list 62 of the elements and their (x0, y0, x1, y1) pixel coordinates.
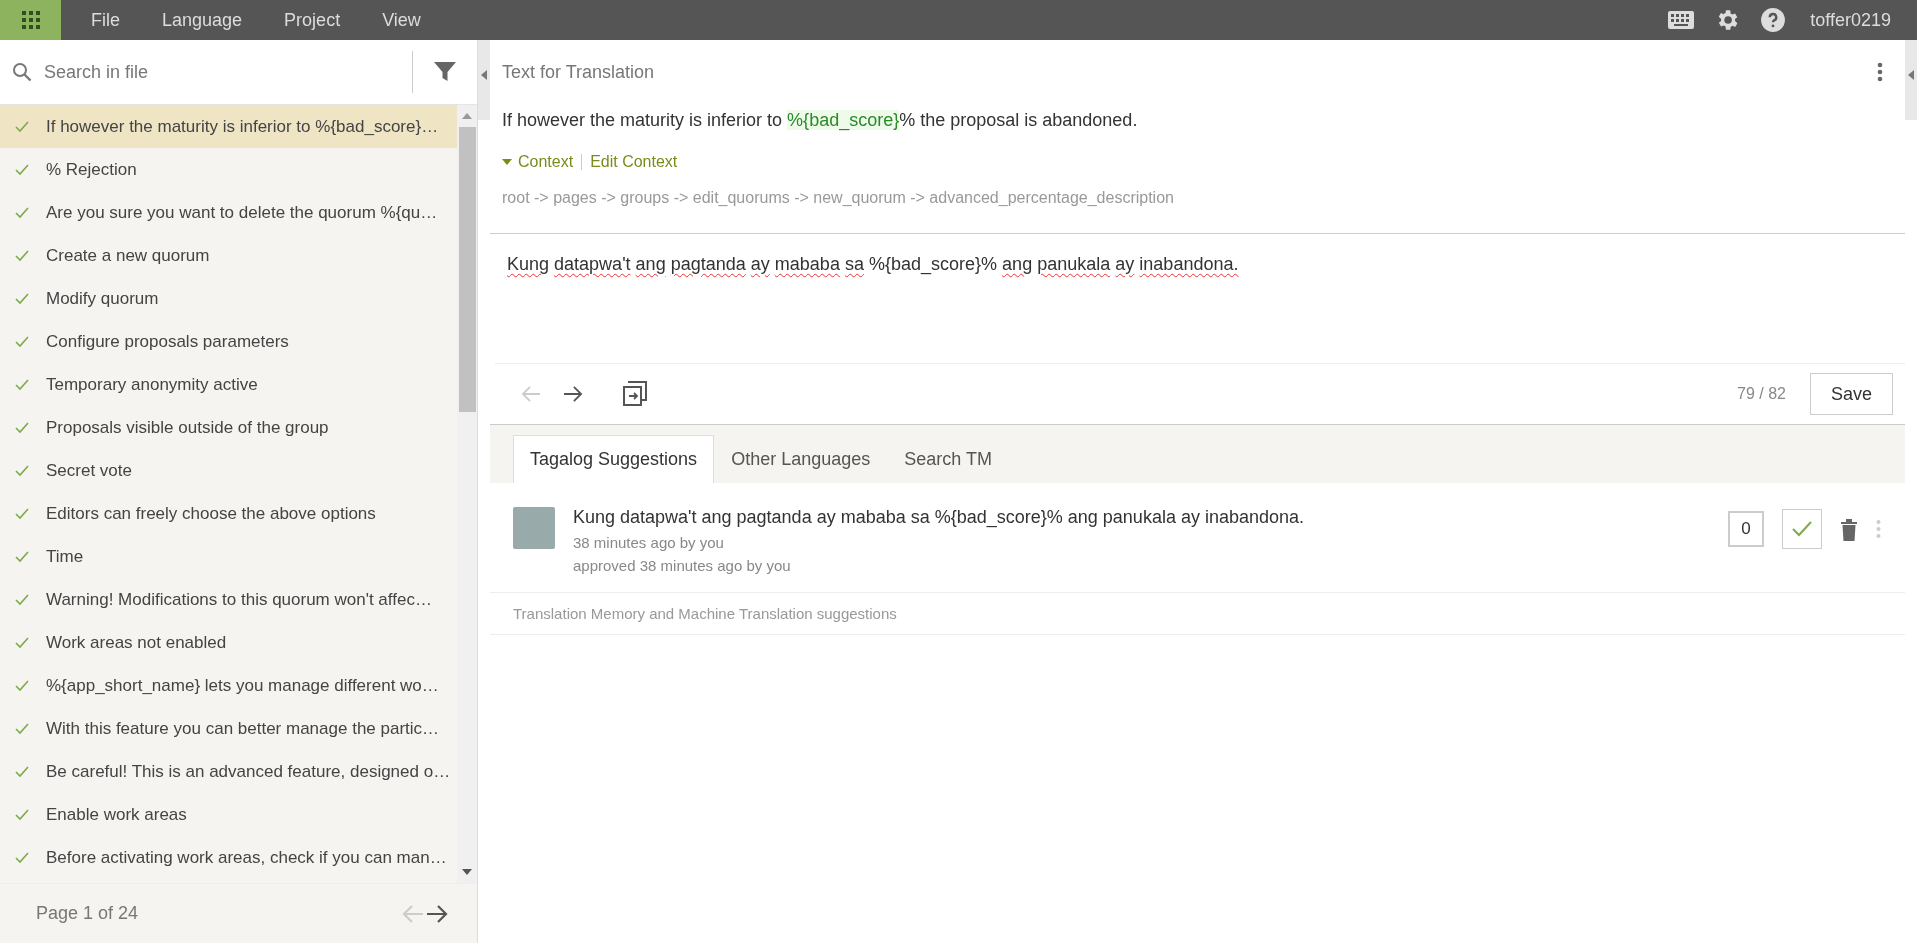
menu-item[interactable]: View (382, 9, 421, 31)
tab[interactable]: Tagalog Suggestions (513, 435, 715, 483)
more-options-icon[interactable] (1877, 62, 1883, 82)
suggestion-text: Kung datapwa't ang pagtanda ay mababa sa %{bad_score}% ang panukala ay inabandona. (573, 507, 1305, 528)
menu-item[interactable]: Project (284, 9, 341, 31)
next-page-icon[interactable] (425, 903, 449, 924)
page-label: Page 1 of 24 (36, 903, 139, 924)
string-list-item[interactable]: Proposals visible outside of the group (0, 406, 457, 449)
grid-icon (21, 11, 40, 29)
string-list-item[interactable]: Secret vote (0, 449, 457, 492)
scroll-down-icon[interactable] (462, 869, 472, 875)
avatar-placeholder (513, 507, 555, 549)
next-string-icon[interactable] (562, 385, 584, 403)
string-list-item[interactable]: If however the maturity is inferior to %{bad_score}… (0, 105, 457, 148)
search-icon (12, 62, 32, 82)
string-list-item[interactable]: With this feature you can better manage the partic… (0, 707, 457, 750)
filter-icon[interactable] (433, 60, 457, 84)
scrollbar[interactable] (457, 105, 477, 883)
string-list-item[interactable]: Be careful! This is an advanced feature, designed o… (0, 750, 457, 793)
panel-title: Text for Translation (502, 61, 655, 83)
search-field[interactable]: Search in file (42, 60, 402, 84)
string-list-item[interactable]: Enable work areas (0, 793, 457, 836)
collapse-handle[interactable] (1905, 40, 1917, 120)
tab[interactable]: Other Languages (714, 435, 888, 483)
suggestion-meta: 38 minutes ago by you (573, 534, 725, 551)
approval-meta: approved 38 minutes ago by you (573, 557, 792, 574)
string-list-item[interactable]: Work areas not enabled (0, 621, 457, 664)
help-icon[interactable] (1760, 7, 1787, 33)
string-list-item[interactable]: Warning! Modifications to this quorum won't affec… (0, 578, 457, 621)
string-list-item[interactable]: Temporary anonymity active (0, 363, 457, 406)
check-icon (1792, 521, 1812, 537)
string-list-item[interactable]: Editors can freely choose the above options (0, 492, 457, 535)
save-button[interactable]: Save (1809, 373, 1893, 415)
string-list-item[interactable]: Time (0, 535, 457, 578)
context-path: root -> pages -> groups -> edit_quorums -> new_quorum -> advanced_percentage_description (502, 189, 1175, 207)
scrollbar-thumb[interactable] (458, 127, 476, 412)
translation-input[interactable]: Kung datapwa't ang pagtanda ay mababa sa %{bad_score}% ang panukala ay inabandona. (495, 234, 1905, 364)
caret-icon (502, 159, 512, 165)
collapse-left-icon (1908, 70, 1914, 80)
collapse-handle[interactable] (478, 40, 490, 120)
collapse-left-icon (481, 70, 487, 80)
user-name[interactable]: toffer0219 (1810, 9, 1891, 31)
apps-grid-button[interactable] (0, 0, 61, 40)
string-list-item[interactable]: Create a new quorum (0, 234, 457, 277)
source-text: If however the maturity is inferior to %{bad_score}% the proposal is abandoned. (502, 110, 1139, 131)
vote-count: 0 (1728, 511, 1764, 547)
menu-item[interactable]: File (91, 9, 120, 31)
string-list-item[interactable]: Before activating work areas, check if you can man… (0, 836, 457, 879)
string-list-item[interactable]: Configure proposals parameters (0, 320, 457, 363)
string-list-item[interactable]: %{app_short_name} lets you manage different wo… (0, 664, 457, 707)
string-counter: 79 / 82 (1737, 385, 1786, 403)
context-toggle[interactable]: Context (502, 153, 574, 171)
tab[interactable]: Search TM (887, 435, 1009, 483)
string-list-item[interactable]: Are you sure you want to delete the quorum %{qu… (0, 191, 457, 234)
edit-context-link[interactable]: Edit Context (590, 153, 678, 171)
string-list-item[interactable]: % Rejection (0, 148, 457, 191)
string-list-item[interactable]: Modify quorum (0, 277, 457, 320)
trash-icon[interactable] (1840, 519, 1858, 541)
menu-item[interactable]: Language (162, 9, 243, 31)
section-label: Translation Memory and Machine Translation suggestions (490, 593, 1905, 635)
keyboard-icon[interactable] (1668, 11, 1695, 29)
copy-source-icon[interactable] (622, 381, 648, 407)
